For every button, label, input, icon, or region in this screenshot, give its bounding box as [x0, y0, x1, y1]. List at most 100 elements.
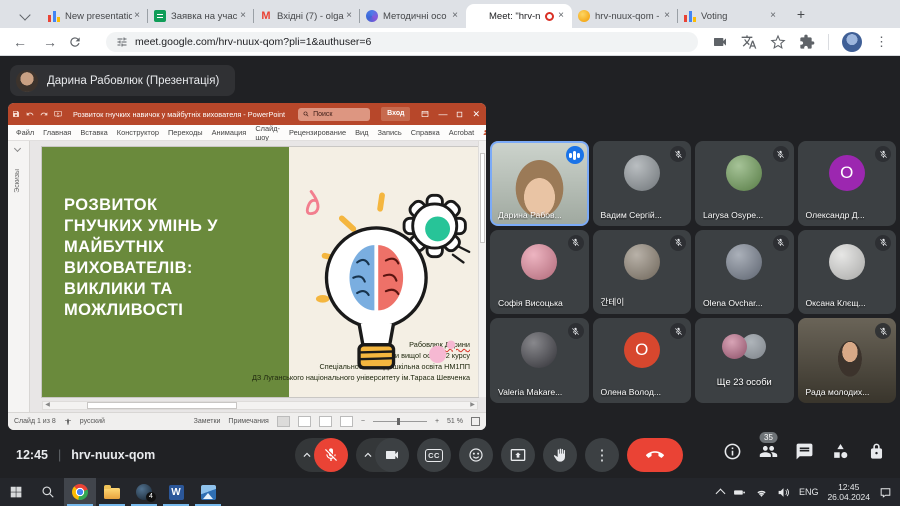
browser-tab[interactable]: Voting×: [678, 4, 784, 28]
participant-tile[interactable]: OОлена Волод...: [593, 318, 692, 403]
participants-grid: Дарина Рабов...Вадим Сергій...Larysa Osy…: [490, 141, 896, 403]
tab-search-button[interactable]: [12, 6, 38, 26]
more-vert-icon: ⋮: [595, 446, 610, 464]
meeting-panels: 35: [723, 442, 886, 461]
wifi-icon[interactable]: [755, 486, 768, 499]
participant-tile[interactable]: OОлександр Д...: [798, 141, 897, 226]
tab-close-icon[interactable]: ×: [344, 11, 354, 21]
start-button[interactable]: [0, 478, 32, 506]
reload-button[interactable]: [68, 35, 92, 49]
browser-menu-button[interactable]: ⋮: [875, 34, 888, 50]
light-bulb: [326, 228, 426, 368]
tab-close-icon[interactable]: ×: [662, 11, 672, 21]
language-indicator[interactable]: ENG: [799, 487, 819, 497]
search-icon: [41, 485, 55, 499]
more-options-button[interactable]: ⋮: [585, 438, 619, 472]
translate-icon[interactable]: [741, 34, 757, 50]
activities-button[interactable]: [831, 442, 850, 461]
back-button[interactable]: ←: [8, 34, 32, 50]
tab-close-icon[interactable]: ×: [450, 11, 460, 21]
powerpoint-ribbon-tabs: ФайлГлавнаяВставкаКонструкторПереходыАни…: [8, 125, 486, 141]
people-button[interactable]: 35: [759, 442, 778, 461]
action-center-icon[interactable]: [879, 486, 892, 499]
taskbar-clock[interactable]: 12:45 26.04.2024: [827, 482, 870, 502]
taskbar-chrome[interactable]: [64, 478, 96, 506]
participant-tile[interactable]: Оксана Клєщ...: [798, 230, 897, 315]
slide-title-line: ВИХОВАТЕЛІВ:: [64, 258, 218, 279]
tab-close-icon[interactable]: ×: [768, 11, 778, 21]
participant-tile[interactable]: Valeria Makare...: [490, 318, 589, 403]
participant-avatar: [726, 244, 762, 280]
profile-avatar[interactable]: [842, 32, 862, 52]
extensions-icon[interactable]: [799, 34, 815, 50]
host-controls-button[interactable]: [867, 442, 886, 461]
forward-button[interactable]: →: [38, 34, 62, 50]
participant-tile[interactable]: Вадим Сергій...: [593, 141, 692, 226]
chat-button[interactable]: [795, 442, 814, 461]
taskbar-search-button[interactable]: [32, 478, 64, 506]
hand-icon: [552, 447, 568, 463]
ribbon-tab: Конструктор: [117, 128, 159, 137]
browser-tab[interactable]: Методичні осо×: [360, 4, 466, 28]
participant-tile[interactable]: Дарина Рабов...: [490, 141, 589, 226]
drive-favicon: [366, 10, 378, 22]
ribbon-options-icon: [421, 110, 429, 118]
info-button[interactable]: [723, 442, 742, 461]
participant-tile[interactable]: Olena Ovchar...: [695, 230, 794, 315]
powerpoint-window-title: Розвиток гнучких навичок у майбутніх вих…: [73, 110, 285, 119]
participant-name: Рада молодих...: [806, 387, 870, 397]
participant-tile[interactable]: Larysa Osype...: [695, 141, 794, 226]
camera-options-chevron-icon[interactable]: [361, 448, 375, 462]
tab-close-icon[interactable]: ×: [556, 11, 566, 21]
gmail-favicon: [260, 10, 272, 22]
end-call-button[interactable]: [627, 438, 683, 472]
browser-tab[interactable]: Вхідні (7) - olga×: [254, 4, 360, 28]
taskbar-file-explorer[interactable]: [96, 478, 128, 506]
participant-tile[interactable]: 간테이: [593, 230, 692, 315]
participant-tile[interactable]: Ще 23 особи: [695, 318, 794, 403]
speaker-icon[interactable]: [777, 486, 790, 499]
present-button[interactable]: [501, 438, 535, 472]
site-info-icon[interactable]: [116, 36, 128, 48]
participant-name: Олександр Д...: [806, 210, 865, 220]
participant-tile[interactable]: Рада молодих...: [798, 318, 897, 403]
browser-tab[interactable]: Заявка на учас×: [148, 4, 254, 28]
browser-tab[interactable]: New presentatio×: [42, 4, 148, 28]
camera-permission-icon[interactable]: [712, 34, 728, 50]
raise-hand-button[interactable]: [543, 438, 577, 472]
taskbar-word[interactable]: [160, 478, 192, 506]
ribbon-tab: Главная: [43, 128, 71, 137]
browser-tab[interactable]: Meet: "hrv-n×: [466, 4, 572, 28]
hidden-icons-chevron[interactable]: [715, 489, 725, 499]
mic-options-chevron-icon[interactable]: [300, 448, 314, 462]
bookmark-star-icon[interactable]: [770, 34, 786, 50]
folder-icon: [104, 488, 120, 499]
mic-muted-icon: [670, 323, 686, 339]
minimize-icon: ―: [438, 109, 447, 119]
reload-icon: [68, 35, 82, 49]
address-bar[interactable]: meet.google.com/hrv-nuux-qom?pli=1&authu…: [106, 32, 698, 52]
mic-muted-icon: [875, 323, 891, 339]
browser-tab[interactable]: hrv-nuux-qom -×: [572, 4, 678, 28]
participant-tile[interactable]: Софія Висоцька: [490, 230, 589, 315]
comments-button: Примечания: [228, 418, 268, 425]
camera-button[interactable]: [375, 438, 409, 472]
captions-button[interactable]: CC: [417, 438, 451, 472]
presenter-banner[interactable]: Дарина Рабовлюк (Презентація): [10, 65, 235, 96]
slide-title-line: ГНУЧКИХ УМІНЬ У: [64, 216, 218, 237]
mic-mute-button[interactable]: [314, 438, 348, 472]
new-tab-button[interactable]: +: [790, 3, 812, 25]
ribbon-tab: Справка: [411, 128, 440, 137]
screen-share-tile[interactable]: Розвиток гнучких навичок у майбутніх вих…: [8, 103, 486, 430]
taskbar-photos[interactable]: [192, 478, 224, 506]
mic-muted-icon: [773, 235, 789, 251]
tab-close-icon[interactable]: ×: [132, 11, 142, 21]
thumbnails-panel: Эскизы: [8, 141, 30, 412]
slide-title-line: РОЗВИТОК: [64, 195, 218, 216]
battery-icon[interactable]: [733, 486, 746, 499]
taskbar-messenger[interactable]: 4: [128, 478, 160, 506]
reactions-button[interactable]: [459, 438, 493, 472]
participant-name: Valeria Makare...: [498, 387, 562, 397]
tab-close-icon[interactable]: ×: [238, 11, 248, 21]
chart-favicon: [48, 10, 60, 22]
